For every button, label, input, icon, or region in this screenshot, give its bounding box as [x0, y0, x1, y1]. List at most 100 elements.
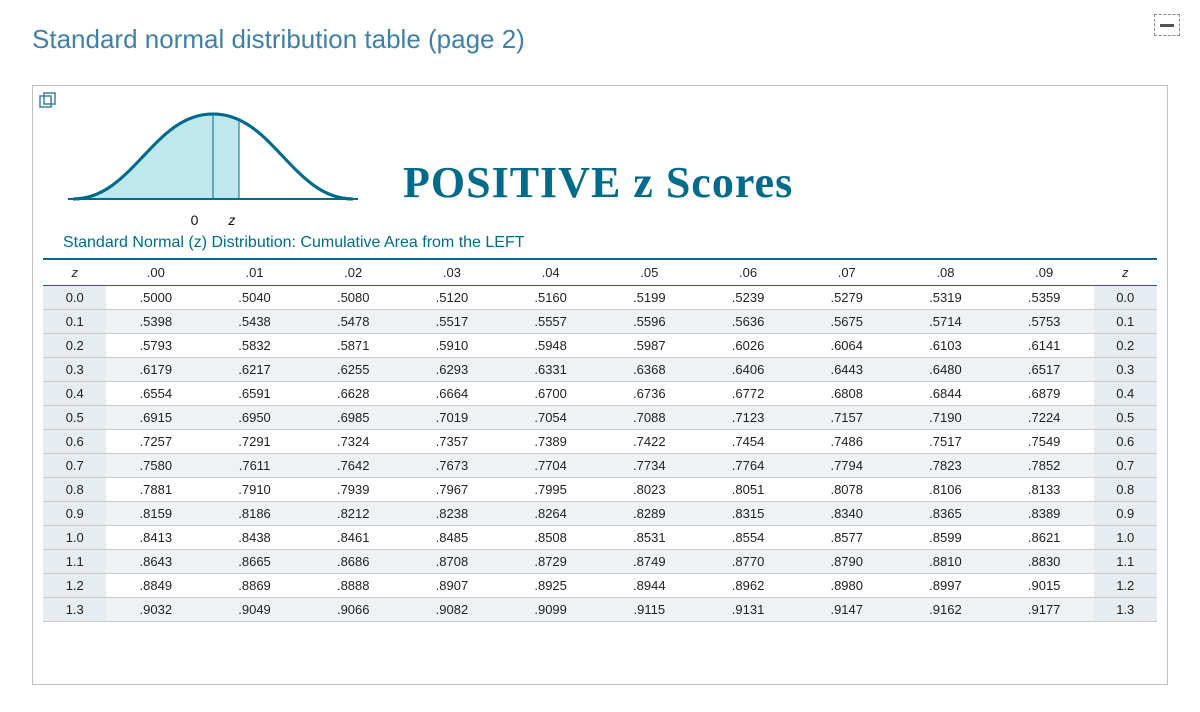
value-cell: .7642 — [304, 454, 403, 478]
value-cell: .6808 — [797, 382, 896, 406]
value-cell: .9147 — [797, 598, 896, 622]
value-cell: .7734 — [600, 454, 699, 478]
axis-zero-label: 0 — [191, 212, 199, 228]
value-cell: .7823 — [896, 454, 995, 478]
value-cell: .8106 — [896, 478, 995, 502]
col-header: .03 — [403, 259, 502, 286]
value-cell: .8461 — [304, 526, 403, 550]
value-cell: .6700 — [501, 382, 600, 406]
z-cell: 1.0 — [43, 526, 106, 550]
z-cell: 0.3 — [1094, 358, 1158, 382]
value-cell: .5636 — [699, 310, 798, 334]
col-header: z — [1094, 259, 1158, 286]
value-cell: .8830 — [995, 550, 1094, 574]
z-cell: 0.8 — [43, 478, 106, 502]
value-cell: .5948 — [501, 334, 600, 358]
z-cell: 1.1 — [43, 550, 106, 574]
value-cell: .9032 — [106, 598, 205, 622]
value-cell: .9162 — [896, 598, 995, 622]
z-cell: 0.6 — [43, 430, 106, 454]
value-cell: .6772 — [699, 382, 798, 406]
value-cell: .7517 — [896, 430, 995, 454]
z-cell: 0.9 — [1094, 502, 1158, 526]
value-cell: .5040 — [205, 286, 304, 310]
col-header: .05 — [600, 259, 699, 286]
value-cell: .7794 — [797, 454, 896, 478]
z-cell: 0.2 — [1094, 334, 1158, 358]
value-cell: .6628 — [304, 382, 403, 406]
value-cell: .7123 — [699, 406, 798, 430]
z-cell: 0.8 — [1094, 478, 1158, 502]
value-cell: .8508 — [501, 526, 600, 550]
axis-z-label: z — [228, 212, 235, 228]
value-cell: .8531 — [600, 526, 699, 550]
value-cell: .6406 — [699, 358, 798, 382]
z-cell: 0.1 — [43, 310, 106, 334]
minimize-icon[interactable] — [1154, 14, 1180, 36]
table-row: 0.5.6915.6950.6985.7019.7054.7088.7123.7… — [43, 406, 1157, 430]
z-cell: 0.4 — [43, 382, 106, 406]
value-cell: .5910 — [403, 334, 502, 358]
table-row: 0.2.5793.5832.5871.5910.5948.5987.6026.6… — [43, 334, 1157, 358]
value-cell: .7611 — [205, 454, 304, 478]
value-cell: .5438 — [205, 310, 304, 334]
value-cell: .6480 — [896, 358, 995, 382]
z-cell: 0.7 — [43, 454, 106, 478]
table-row: 1.2.8849.8869.8888.8907.8925.8944.8962.8… — [43, 574, 1157, 598]
table-row: 0.8.7881.7910.7939.7967.7995.8023.8051.8… — [43, 478, 1157, 502]
value-cell: .6368 — [600, 358, 699, 382]
z-cell: 1.0 — [1094, 526, 1158, 550]
z-cell: 0.0 — [43, 286, 106, 310]
value-cell: .8869 — [205, 574, 304, 598]
value-cell: .6950 — [205, 406, 304, 430]
z-cell: 0.0 — [1094, 286, 1158, 310]
popout-icon[interactable] — [39, 92, 57, 110]
value-cell: .7580 — [106, 454, 205, 478]
value-cell: .5080 — [304, 286, 403, 310]
bell-curve-graphic: 0 z — [63, 104, 363, 228]
value-cell: .5279 — [797, 286, 896, 310]
value-cell: .7157 — [797, 406, 896, 430]
value-cell: .9049 — [205, 598, 304, 622]
table-row: 1.3.9032.9049.9066.9082.9099.9115.9131.9… — [43, 598, 1157, 622]
value-cell: .6331 — [501, 358, 600, 382]
value-cell: .9066 — [304, 598, 403, 622]
value-cell: .5832 — [205, 334, 304, 358]
value-cell: .8665 — [205, 550, 304, 574]
value-cell: .7852 — [995, 454, 1094, 478]
value-cell: .8997 — [896, 574, 995, 598]
value-cell: .7422 — [600, 430, 699, 454]
value-cell: .6591 — [205, 382, 304, 406]
value-cell: .5239 — [699, 286, 798, 310]
value-cell: .9099 — [501, 598, 600, 622]
value-cell: .8264 — [501, 502, 600, 526]
table-sheet: 0 z POSITIVE z Scores Standard Normal (z… — [32, 85, 1168, 685]
value-cell: .8749 — [600, 550, 699, 574]
value-cell: .8810 — [896, 550, 995, 574]
table-row: 1.1.8643.8665.8686.8708.8729.8749.8770.8… — [43, 550, 1157, 574]
value-cell: .6217 — [205, 358, 304, 382]
value-cell: .6879 — [995, 382, 1094, 406]
value-cell: .7967 — [403, 478, 502, 502]
value-cell: .8413 — [106, 526, 205, 550]
value-cell: .6293 — [403, 358, 502, 382]
value-cell: .8643 — [106, 550, 205, 574]
value-cell: .6026 — [699, 334, 798, 358]
value-cell: .7881 — [106, 478, 205, 502]
table-subtitle: Standard Normal (z) Distribution: Cumula… — [43, 232, 1157, 258]
col-header: .08 — [896, 259, 995, 286]
value-cell: .5714 — [896, 310, 995, 334]
value-cell: .7088 — [600, 406, 699, 430]
value-cell: .5120 — [403, 286, 502, 310]
value-cell: .9015 — [995, 574, 1094, 598]
value-cell: .7764 — [699, 454, 798, 478]
value-cell: .8686 — [304, 550, 403, 574]
value-cell: .8888 — [304, 574, 403, 598]
value-cell: .8289 — [600, 502, 699, 526]
value-cell: .7190 — [896, 406, 995, 430]
table-row: 0.9.8159.8186.8212.8238.8264.8289.8315.8… — [43, 502, 1157, 526]
table-row: 0.0.5000.5040.5080.5120.5160.5199.5239.5… — [43, 286, 1157, 310]
table-row: 1.0.8413.8438.8461.8485.8508.8531.8554.8… — [43, 526, 1157, 550]
z-cell: 0.5 — [43, 406, 106, 430]
value-cell: .8078 — [797, 478, 896, 502]
